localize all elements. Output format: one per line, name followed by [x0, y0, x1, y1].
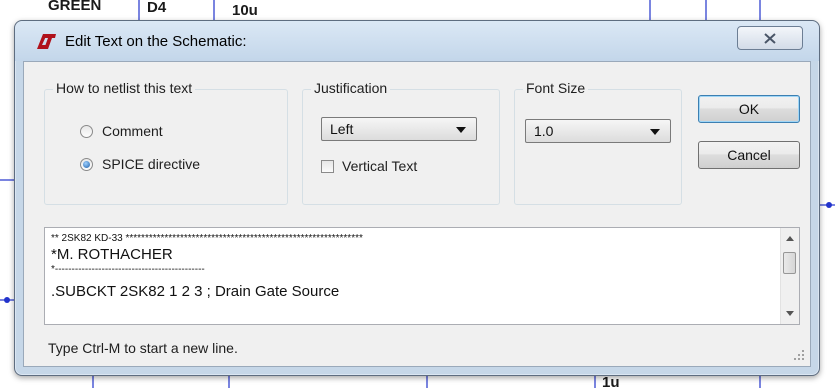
schematic-label-green: GREEN	[48, 0, 102, 14]
comment-radio-label[interactable]: Comment	[102, 123, 163, 139]
justification-select[interactable]: Left	[321, 117, 477, 141]
editor-line: ** 2SK82 KD-33 *************************…	[51, 233, 363, 244]
close-button[interactable]	[737, 26, 803, 50]
cancel-button[interactable]: Cancel	[698, 141, 800, 169]
font-size-select[interactable]: 1.0	[525, 119, 671, 143]
chevron-down-icon	[650, 129, 660, 135]
title-bar[interactable]: Edit Text on the Schematic:	[15, 21, 819, 61]
ok-button[interactable]: OK	[698, 95, 800, 123]
resize-grip-icon[interactable]	[794, 350, 804, 360]
scroll-down-icon[interactable]	[786, 311, 794, 316]
close-icon	[764, 33, 776, 44]
justification-group: Justification Left Vertical Text	[302, 80, 500, 205]
editor-line: *M. ROTHACHER	[51, 246, 173, 263]
vertical-text-checkbox-box[interactable]	[321, 159, 334, 173]
font-size-value: 1.0	[534, 123, 554, 139]
editor-line: .SUBCKT 2SK82 1 2 3 ; Drain Gate Source	[51, 283, 340, 300]
scroll-up-icon[interactable]	[786, 236, 794, 241]
chevron-down-icon	[456, 127, 466, 133]
schematic-text-editor[interactable]: ** 2SK82 KD-33 *************************…	[44, 227, 800, 325]
comment-radio[interactable]: Comment	[80, 123, 163, 139]
font-size-group: Font Size 1.0	[514, 80, 682, 205]
schematic-label-10u: 10u	[232, 2, 258, 19]
editor-line: *---------------------------------------…	[51, 264, 205, 275]
dialog-title: Edit Text on the Schematic:	[65, 33, 247, 50]
justification-value: Left	[330, 121, 354, 137]
editor-vertical-scrollbar[interactable]	[780, 228, 799, 324]
editor-content[interactable]: ** 2SK82 KD-33 *************************…	[51, 232, 771, 302]
edit-text-dialog: Edit Text on the Schematic: How to netli…	[14, 20, 820, 376]
vertical-text-checkbox[interactable]: Vertical Text	[321, 158, 417, 174]
schematic-label-d4: D4	[147, 0, 167, 16]
spice-directive-radio[interactable]: SPICE directive	[80, 156, 200, 172]
ltspice-app-icon	[37, 34, 56, 49]
justification-group-label: Justification	[311, 80, 391, 96]
scrollbar-thumb[interactable]	[783, 252, 796, 274]
new-line-hint: Type Ctrl-M to start a new line.	[48, 340, 238, 356]
spice-directive-radio-button[interactable]	[80, 157, 93, 171]
netlist-mode-group: How to netlist this text Comment SPICE d…	[44, 80, 288, 205]
schematic-label-1u: 1u	[602, 374, 620, 391]
dialog-client-area: How to netlist this text Comment SPICE d…	[23, 61, 811, 367]
comment-radio-button[interactable]	[80, 124, 93, 138]
vertical-text-label[interactable]: Vertical Text	[342, 158, 417, 174]
font-size-group-label: Font Size	[523, 80, 589, 96]
spice-directive-radio-label[interactable]: SPICE directive	[102, 156, 200, 172]
netlist-mode-group-label: How to netlist this text	[53, 80, 196, 96]
